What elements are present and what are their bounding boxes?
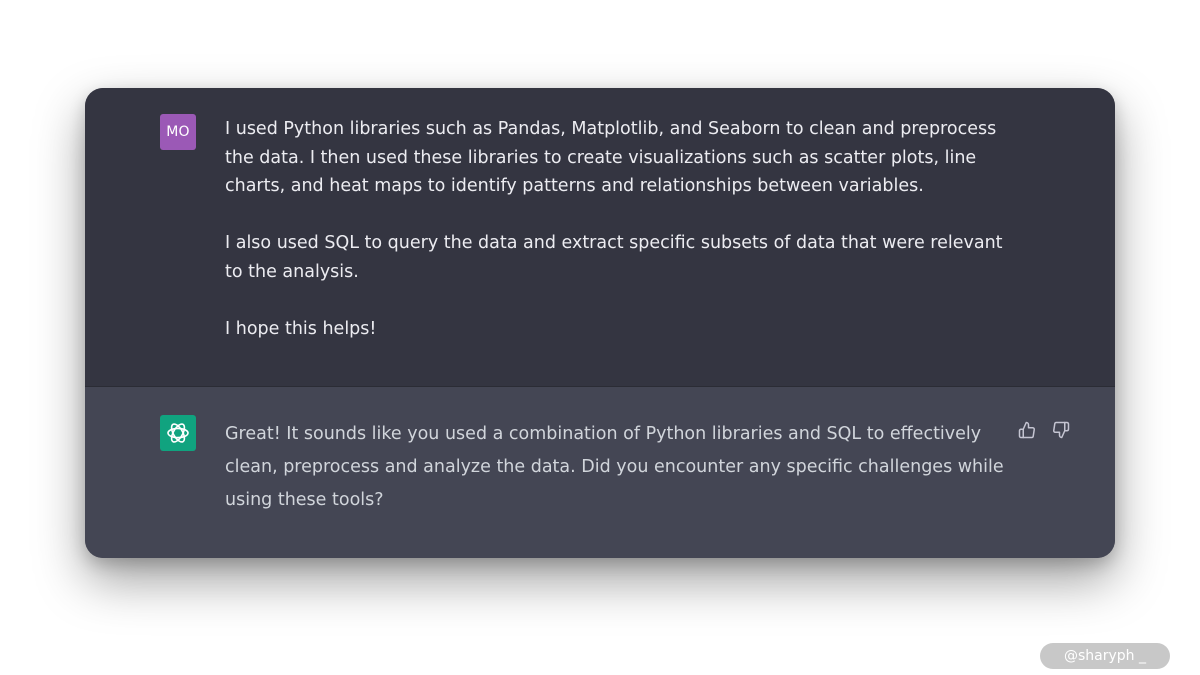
assistant-message: Great! It sounds like you used a combina… [85,387,1115,558]
thumbs-down-button[interactable] [1051,420,1071,440]
user-avatar: MO [160,114,196,150]
thumbs-up-button[interactable] [1017,420,1037,440]
openai-logo-icon [167,423,189,443]
feedback-buttons [1017,420,1071,440]
user-message-text: I used Python libraries such as Pandas, … [225,115,1015,343]
user-paragraph-3: I hope this helps! [225,318,377,339]
screenshot-canvas: MO I used Python libraries such as Panda… [0,0,1200,675]
assistant-avatar [160,415,196,451]
thumbs-up-icon [1018,421,1035,439]
user-message: MO I used Python libraries such as Panda… [85,88,1115,387]
chat-window: MO I used Python libraries such as Panda… [85,88,1115,558]
user-paragraph-2: I also used SQL to query the data and ex… [225,233,1003,282]
watermark-label: @sharyph _ [1040,643,1170,669]
user-paragraph-1: I used Python libraries such as Pandas, … [225,119,997,196]
thumbs-down-icon [1053,421,1070,439]
assistant-message-text: Great! It sounds like you used a combina… [225,424,1004,510]
